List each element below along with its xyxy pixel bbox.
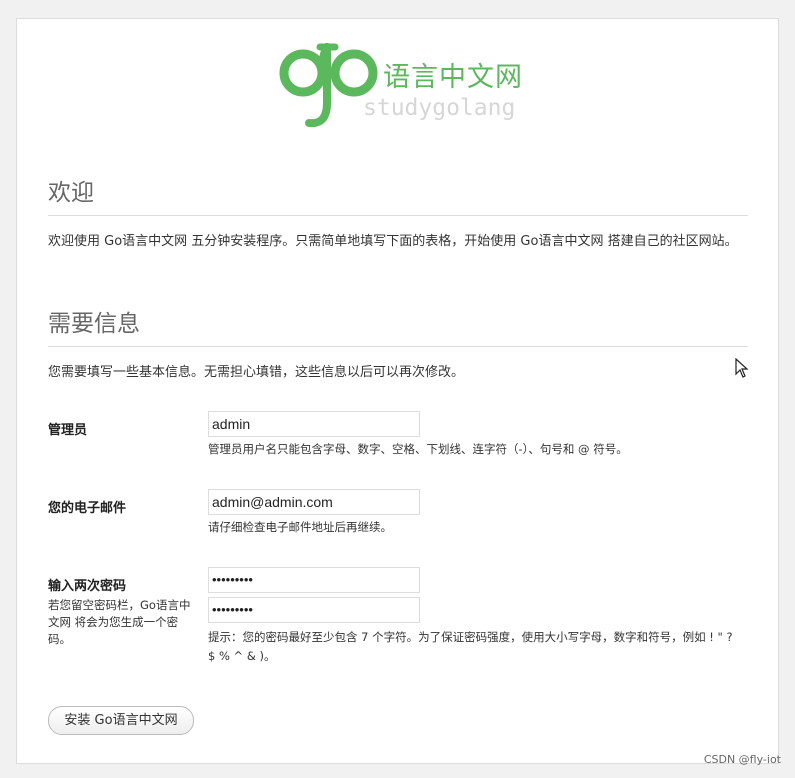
password-note: 若您留空密码栏，Go语言中文网 将会为您生成一个密码。: [48, 598, 191, 646]
logo-en-text: studygolang: [363, 95, 516, 121]
site-logo: 语言中文网 studygolang: [279, 43, 539, 133]
logo-cn-text: 语言中文网: [383, 62, 523, 93]
email-input[interactable]: admin@admin.com: [208, 489, 420, 515]
info-text: 您需要填写一些基本信息。无需担心填错，这些信息以后可以再次修改。: [48, 365, 465, 380]
mouse-cursor-icon: [735, 358, 749, 378]
password-confirm-input[interactable]: •••••••••: [208, 597, 420, 623]
password-input[interactable]: •••••••••: [208, 567, 420, 593]
info-heading: 需要信息: [48, 310, 748, 347]
admin-username-input[interactable]: admin: [208, 411, 420, 437]
password-label: 输入两次密码: [48, 579, 127, 594]
admin-label: 管理员: [48, 423, 88, 438]
welcome-heading: 欢迎: [48, 179, 748, 216]
email-hint: 请仔细检查电子邮件地址后再继续。: [208, 520, 392, 534]
install-card: 语言中文网 studygolang 欢迎 欢迎使用 Go语言中文网 五分钟安装程…: [16, 18, 779, 764]
welcome-text: 欢迎使用 Go语言中文网 五分钟安装程序。只需简单地填写下面的表格，开始使用 G…: [48, 234, 738, 249]
password-hint: 提示：您的密码最好至少包含 7 个字符。为了保证密码强度，使用大小写字母，数字和…: [208, 630, 733, 663]
email-label: 您的电子邮件: [48, 501, 127, 516]
watermark: CSDN @fly-iot: [703, 753, 781, 766]
install-button[interactable]: 安装 Go语言中文网: [48, 706, 194, 735]
admin-hint: 管理员用户名只能包含字母、数字、空格、下划线、连字符（-）、句号和 @ 符号。: [208, 442, 628, 456]
